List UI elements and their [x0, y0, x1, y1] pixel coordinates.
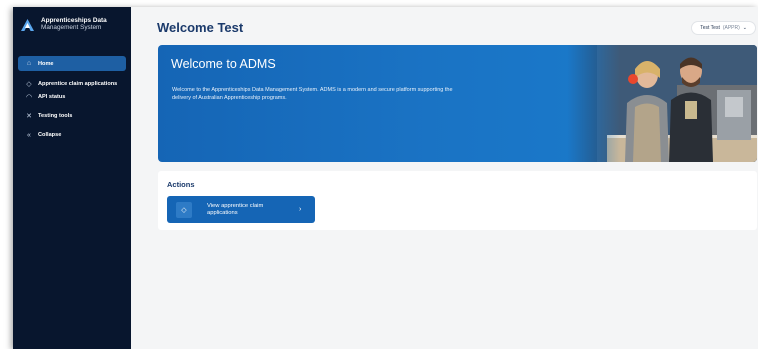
- sidebar-nav: ⌂ Home ◇ Apprentice claim applications ◠…: [18, 56, 126, 142]
- sidebar-item-api-status[interactable]: ◠ API status: [18, 91, 126, 103]
- actions-panel: Actions ◇ View apprentice claim applicat…: [158, 171, 757, 230]
- view-claim-applications-button[interactable]: ◇ View apprentice claim applications ›: [167, 196, 315, 223]
- banner-description: Welcome to the Apprenticeships Data Mana…: [172, 87, 453, 101]
- collapse-icon: «: [27, 131, 31, 139]
- user-menu-button[interactable]: Test Test (APPR) ⌄: [691, 21, 756, 35]
- chevron-down-icon: ⌄: [742, 25, 747, 31]
- user-name: Test Test: [700, 25, 720, 31]
- brand[interactable]: Apprenticeships Data Management System: [21, 17, 107, 31]
- adms-logo-icon: [21, 19, 34, 31]
- app-window: Apprenticeships Data Management System ⌂…: [13, 7, 758, 349]
- sidebar-item-collapse[interactable]: « Collapse: [18, 129, 126, 141]
- sidebar-item-label: Collapse: [38, 132, 62, 138]
- sidebar-item-label: Testing tools: [38, 113, 73, 119]
- sidebar: Apprenticeships Data Management System ⌂…: [13, 7, 131, 349]
- sidebar-item-label: API status: [38, 94, 66, 100]
- page-title: Welcome Test: [157, 20, 244, 35]
- brand-line-2: Management System: [41, 24, 102, 31]
- sidebar-item-label: Apprentice claim applications: [38, 81, 118, 87]
- brand-line-1: Apprenticeships Data: [41, 17, 107, 24]
- tag-icon: ◇: [176, 201, 192, 218]
- welcome-banner: Welcome to ADMS Welcome to the Apprentic…: [158, 45, 757, 162]
- apprentices-photo: [567, 45, 757, 162]
- sidebar-item-testing-tools[interactable]: ✕ Testing tools: [18, 110, 126, 122]
- banner-title: Welcome to ADMS: [171, 57, 276, 71]
- actions-title: Actions: [167, 180, 195, 189]
- arrow-right-icon: ›: [299, 206, 302, 213]
- action-button-label: View apprentice claim applications: [207, 202, 264, 216]
- sidebar-item-home[interactable]: ⌂ Home: [18, 56, 126, 71]
- user-role: (APPR): [722, 25, 740, 31]
- brand-name: Apprenticeships Data Management System: [41, 17, 107, 31]
- sidebar-item-label: Home: [38, 60, 54, 67]
- tag-icon: ◇: [26, 81, 32, 88]
- home-icon: ⌂: [26, 60, 32, 67]
- pulse-icon: ◠: [25, 94, 33, 101]
- sidebar-item-claim-applications[interactable]: ◇ Apprentice claim applications: [18, 78, 126, 90]
- main-content: Welcome Test Test Test (APPR) ⌄ Welcome …: [131, 7, 758, 349]
- tools-icon: ✕: [26, 113, 32, 120]
